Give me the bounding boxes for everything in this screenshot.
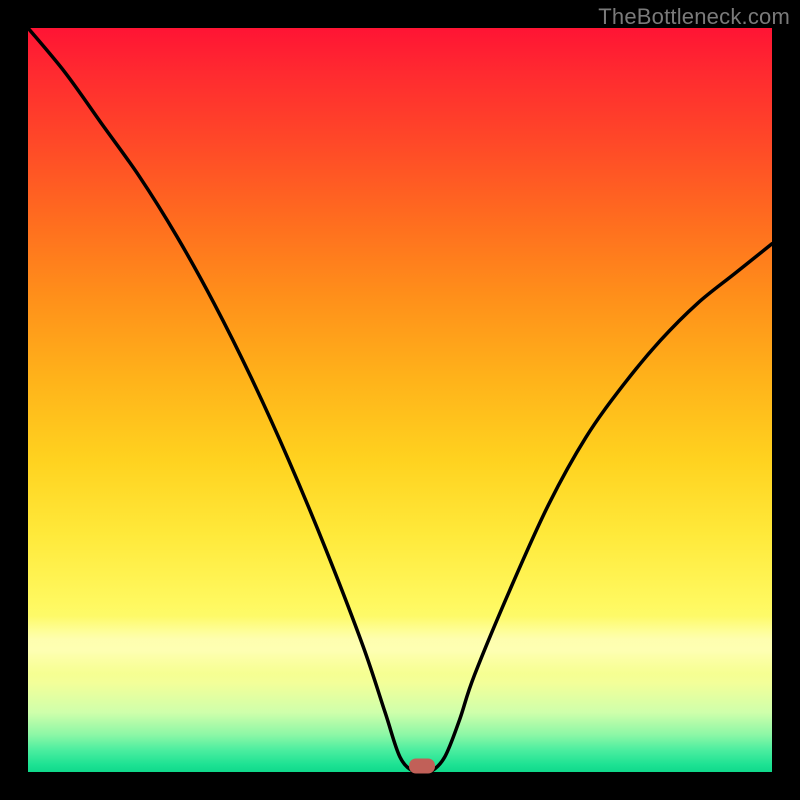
watermark-text: TheBottleneck.com xyxy=(598,4,790,30)
optimal-marker xyxy=(409,759,435,774)
bottleneck-curve xyxy=(28,28,772,772)
gradient-plot-area xyxy=(28,28,772,772)
chart-frame: TheBottleneck.com xyxy=(0,0,800,800)
